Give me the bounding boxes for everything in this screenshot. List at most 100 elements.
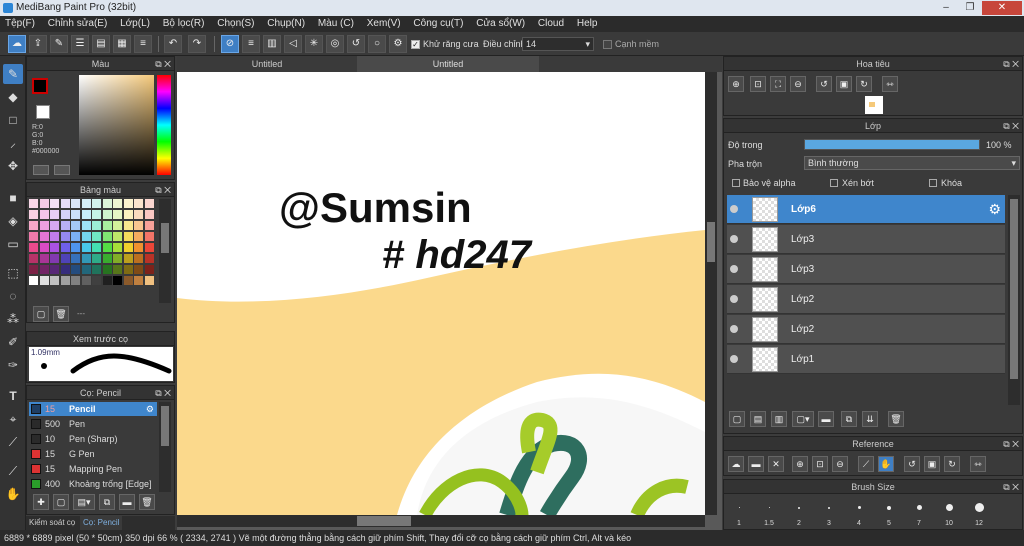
- palette-swatch[interactable]: [144, 276, 154, 285]
- tab-document-1[interactable]: Untitled: [177, 56, 357, 72]
- reset-view-icon[interactable]: ▣: [836, 76, 852, 92]
- palette-swatch[interactable]: [134, 265, 143, 274]
- palette-swatch[interactable]: [92, 254, 101, 263]
- menu-file[interactable]: Tệp(F): [0, 16, 40, 32]
- eyedropper-tool-icon[interactable]: ⟋: [3, 432, 23, 452]
- brush-list-scrollbar[interactable]: [159, 402, 171, 492]
- palette-swatch[interactable]: [29, 199, 38, 208]
- close-reference-icon[interactable]: ✕: [768, 456, 784, 472]
- palette-swatch[interactable]: [144, 243, 154, 252]
- layer-row[interactable]: Lớp3: [727, 255, 1005, 284]
- visibility-eye-icon[interactable]: [730, 205, 738, 213]
- palette-swatch[interactable]: [60, 276, 70, 285]
- operation-tool-icon[interactable]: ⌖: [3, 409, 23, 429]
- palette-swatch[interactable]: [81, 265, 91, 274]
- panel-close-icon[interactable]: ⧉ ✕: [1003, 480, 1019, 494]
- palette-swatch[interactable]: [92, 210, 101, 219]
- menu-color[interactable]: Màu (C): [313, 16, 359, 32]
- hand-tool-icon[interactable]: ✋: [3, 484, 23, 504]
- layer-row[interactable]: Lớp2: [727, 315, 1005, 344]
- menu-layer[interactable]: Lớp(L): [115, 16, 155, 32]
- palette-swatch[interactable]: [60, 254, 70, 263]
- palette-swatch[interactable]: [29, 265, 38, 274]
- brush-size-cell[interactable]: 1.5: [754, 497, 784, 533]
- brush-item[interactable]: 400 Khoảng trống [Edge]: [29, 477, 157, 491]
- no-snap-icon[interactable]: ⊘: [221, 35, 239, 53]
- palette-swatch[interactable]: [113, 243, 122, 252]
- palette-swatch[interactable]: [50, 221, 59, 230]
- palette-swatch[interactable]: [39, 210, 49, 219]
- palette-swatch[interactable]: [144, 221, 154, 230]
- palette-swatch[interactable]: [71, 276, 80, 285]
- new-8bit-layer-icon[interactable]: ▥: [771, 411, 787, 427]
- rotate-left-icon[interactable]: ↺: [904, 456, 920, 472]
- palette-swatch[interactable]: [50, 265, 59, 274]
- layer-row[interactable]: Lớp6 ⚙: [727, 195, 1005, 224]
- rotate-left-icon[interactable]: ↺: [816, 76, 832, 92]
- copy-brush-icon[interactable]: ⧉: [99, 494, 115, 510]
- zoom-out-icon[interactable]: ⊖: [832, 456, 848, 472]
- palette-swatch[interactable]: [39, 221, 49, 230]
- palette-swatch[interactable]: [102, 210, 112, 219]
- zoom-out-icon[interactable]: ⊖: [790, 76, 806, 92]
- brush-item[interactable]: 500 Pen: [29, 417, 157, 431]
- visibility-eye-icon[interactable]: [730, 265, 738, 273]
- menu-help[interactable]: Help: [572, 16, 603, 32]
- palette-swatch[interactable]: [29, 276, 38, 285]
- folder-icon[interactable]: ▬: [818, 411, 834, 427]
- select-pen-icon[interactable]: ✐: [3, 332, 23, 352]
- chat-icon[interactable]: ☰: [71, 35, 89, 53]
- hand-icon[interactable]: ✋: [878, 456, 894, 472]
- layer-row[interactable]: Lớp2: [727, 285, 1005, 314]
- palette-swatch[interactable]: [71, 243, 80, 252]
- cloud-icon[interactable]: ☁: [8, 35, 26, 53]
- canvas-horizontal-scrollbar[interactable]: [177, 515, 705, 527]
- palette-swatch[interactable]: [102, 265, 112, 274]
- antialias-checkbox[interactable]: ✓: [411, 40, 420, 49]
- palette-swatch[interactable]: [123, 276, 133, 285]
- palette-swatch[interactable]: [71, 254, 80, 263]
- palette-swatch[interactable]: [71, 232, 80, 241]
- list-icon[interactable]: ≡: [134, 35, 152, 53]
- lock-checkbox[interactable]: [929, 179, 937, 187]
- text-tool-icon[interactable]: T: [3, 386, 23, 406]
- document-icon[interactable]: ▤: [92, 35, 110, 53]
- magic-wand-icon[interactable]: ⁂: [3, 309, 23, 329]
- palette-swatch[interactable]: [81, 232, 91, 241]
- palette-swatch[interactable]: [92, 232, 101, 241]
- menu-filter[interactable]: Bộ lọc(R): [158, 16, 210, 32]
- layer-list-scrollbar[interactable]: [1008, 195, 1020, 405]
- menu-edit[interactable]: Chỉnh sửa(E): [43, 16, 113, 32]
- palette-swatch[interactable]: [50, 199, 59, 208]
- panel-close-icon[interactable]: ⧉ ✕: [155, 57, 171, 71]
- layer-row[interactable]: Lớp3: [727, 225, 1005, 254]
- cross-snap-icon[interactable]: ▥: [263, 35, 281, 53]
- select-tool-icon[interactable]: ⬚: [3, 263, 23, 283]
- menu-window[interactable]: Cửa sổ(W): [471, 16, 530, 32]
- palette-swatch[interactable]: [39, 232, 49, 241]
- palette-swatch[interactable]: [113, 265, 122, 274]
- palette-swatch[interactable]: [39, 265, 49, 274]
- delete-layer-icon[interactable]: 🗑: [888, 411, 904, 427]
- dot-tool-icon[interactable]: ⸝: [3, 133, 23, 153]
- opacity-slider[interactable]: [804, 139, 980, 150]
- brush-item[interactable]: 15 Mapping Pen: [29, 462, 157, 476]
- rotate-right-icon[interactable]: ↻: [944, 456, 960, 472]
- palette-swatch[interactable]: [113, 254, 122, 263]
- clipping-checkbox[interactable]: [830, 179, 838, 187]
- palette-swatch[interactable]: [71, 221, 80, 230]
- bucket-tool-icon[interactable]: ◈: [3, 211, 23, 231]
- new-brush-icon[interactable]: ▢: [53, 494, 69, 510]
- vanish-point-icon[interactable]: ◁: [284, 35, 302, 53]
- divide-tool-icon[interactable]: ⟋: [3, 461, 23, 481]
- palette-swatch[interactable]: [81, 243, 91, 252]
- palette-swatch[interactable]: [29, 254, 38, 263]
- palette-swatch[interactable]: [113, 221, 122, 230]
- brush-size-cell[interactable]: 2: [784, 497, 814, 533]
- move-tool-icon[interactable]: ✥: [3, 156, 23, 176]
- palette-swatch[interactable]: [134, 210, 143, 219]
- palette-swatch[interactable]: [102, 232, 112, 241]
- fit-window-icon[interactable]: ⛶: [770, 76, 786, 92]
- circle-snap-icon[interactable]: ◎: [326, 35, 344, 53]
- lasso-tool-icon[interactable]: ◌: [3, 286, 23, 306]
